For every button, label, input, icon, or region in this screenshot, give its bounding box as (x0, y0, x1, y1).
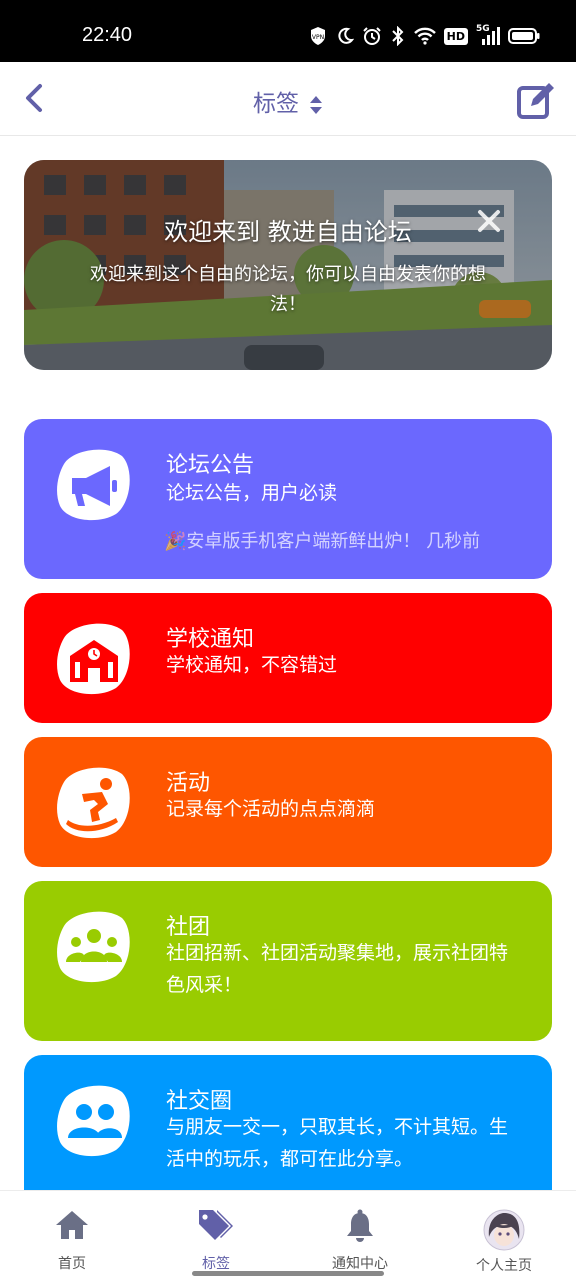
status-bar: 22:40 VPN HD 5G (0, 0, 576, 62)
status-icons: VPN HD 5G (308, 24, 540, 46)
tab-label: 个人主页 (476, 1258, 532, 1274)
category-desc: 与朋友一交一，只取其长，不计其短。生活中的玩乐，都可在此分享。 (166, 1116, 509, 1170)
alarm-icon (362, 27, 381, 45)
tab-home[interactable]: 首页 (0, 1191, 144, 1280)
home-indicator[interactable] (192, 1271, 384, 1276)
moon-icon (338, 27, 354, 44)
category-desc: 论坛公告，用户必读 (166, 482, 338, 504)
banner-text: 欢迎来到这个自由的论坛，你可以自由发表你的想法！ (90, 264, 486, 315)
category-card-activities[interactable]: 活动 记录每个活动的点点滴滴 (24, 737, 552, 867)
page-title-text: 标签 (253, 91, 299, 117)
users-icon (57, 1085, 130, 1157)
school-icon (57, 623, 130, 695)
hd-icon: HD (443, 27, 468, 45)
avatar (483, 1209, 525, 1251)
battery-icon (508, 28, 540, 44)
group-icon (57, 911, 130, 983)
bell-icon (347, 1209, 373, 1242)
tags-icon (199, 1210, 233, 1240)
tab-label: 标签 (202, 1256, 230, 1272)
category-desc: 社团招新、社团活动聚集地，展示社团特色风采！ (166, 942, 509, 996)
bluetooth-icon (391, 26, 404, 46)
status-time: 22:40 (82, 24, 133, 46)
category-card-clubs[interactable]: 社团 社团招新、社团活动聚集地，展示社团特色风采！ (24, 881, 552, 1041)
home-icon (56, 1211, 88, 1239)
snowboarder-icon (57, 767, 130, 839)
5g-signal-icon: 5G (476, 24, 500, 46)
category-desc: 记录每个活动的点点滴滴 (166, 798, 376, 820)
banner-title: 欢迎来到 教进自由论坛 (164, 218, 412, 246)
wifi-icon (413, 27, 436, 45)
header: 标签 (0, 62, 576, 136)
welcome-banner: 欢迎来到 教进自由论坛 欢迎来到这个自由的论坛，你可以自由发表你的想法！ (24, 160, 552, 370)
tab-profile[interactable]: 个人主页 (432, 1191, 576, 1280)
page-title[interactable]: 标签 (0, 84, 576, 118)
tab-label: 首页 (58, 1256, 86, 1272)
vpn-icon: VPN (310, 27, 325, 45)
tab-tags[interactable]: 标签 (144, 1191, 288, 1280)
category-card-announcements[interactable]: 论坛公告 论坛公告，用户必读 🎉安卓版手机客户端新鲜出炉！ 几秒前 (24, 419, 552, 579)
tab-label: 通知中心 (332, 1256, 388, 1272)
close-icon[interactable] (476, 208, 502, 234)
category-card-school-notices[interactable]: 学校通知 学校通知，不容错过 (24, 593, 552, 723)
category-desc: 学校通知，不容错过 (166, 654, 338, 676)
bottom-tab-bar: 首页 标签 通知中心 个人主页 (0, 1190, 576, 1280)
sort-icon (310, 95, 322, 114)
edit-icon[interactable] (516, 80, 556, 120)
latest-post[interactable]: 🎉安卓版手机客户端新鲜出炉！ 几秒前 (164, 527, 480, 553)
tab-notifications[interactable]: 通知中心 (288, 1191, 432, 1280)
svg-text:VPN: VPN (312, 34, 324, 41)
category-title: 论坛公告 (166, 453, 255, 478)
megaphone-icon (57, 449, 130, 521)
